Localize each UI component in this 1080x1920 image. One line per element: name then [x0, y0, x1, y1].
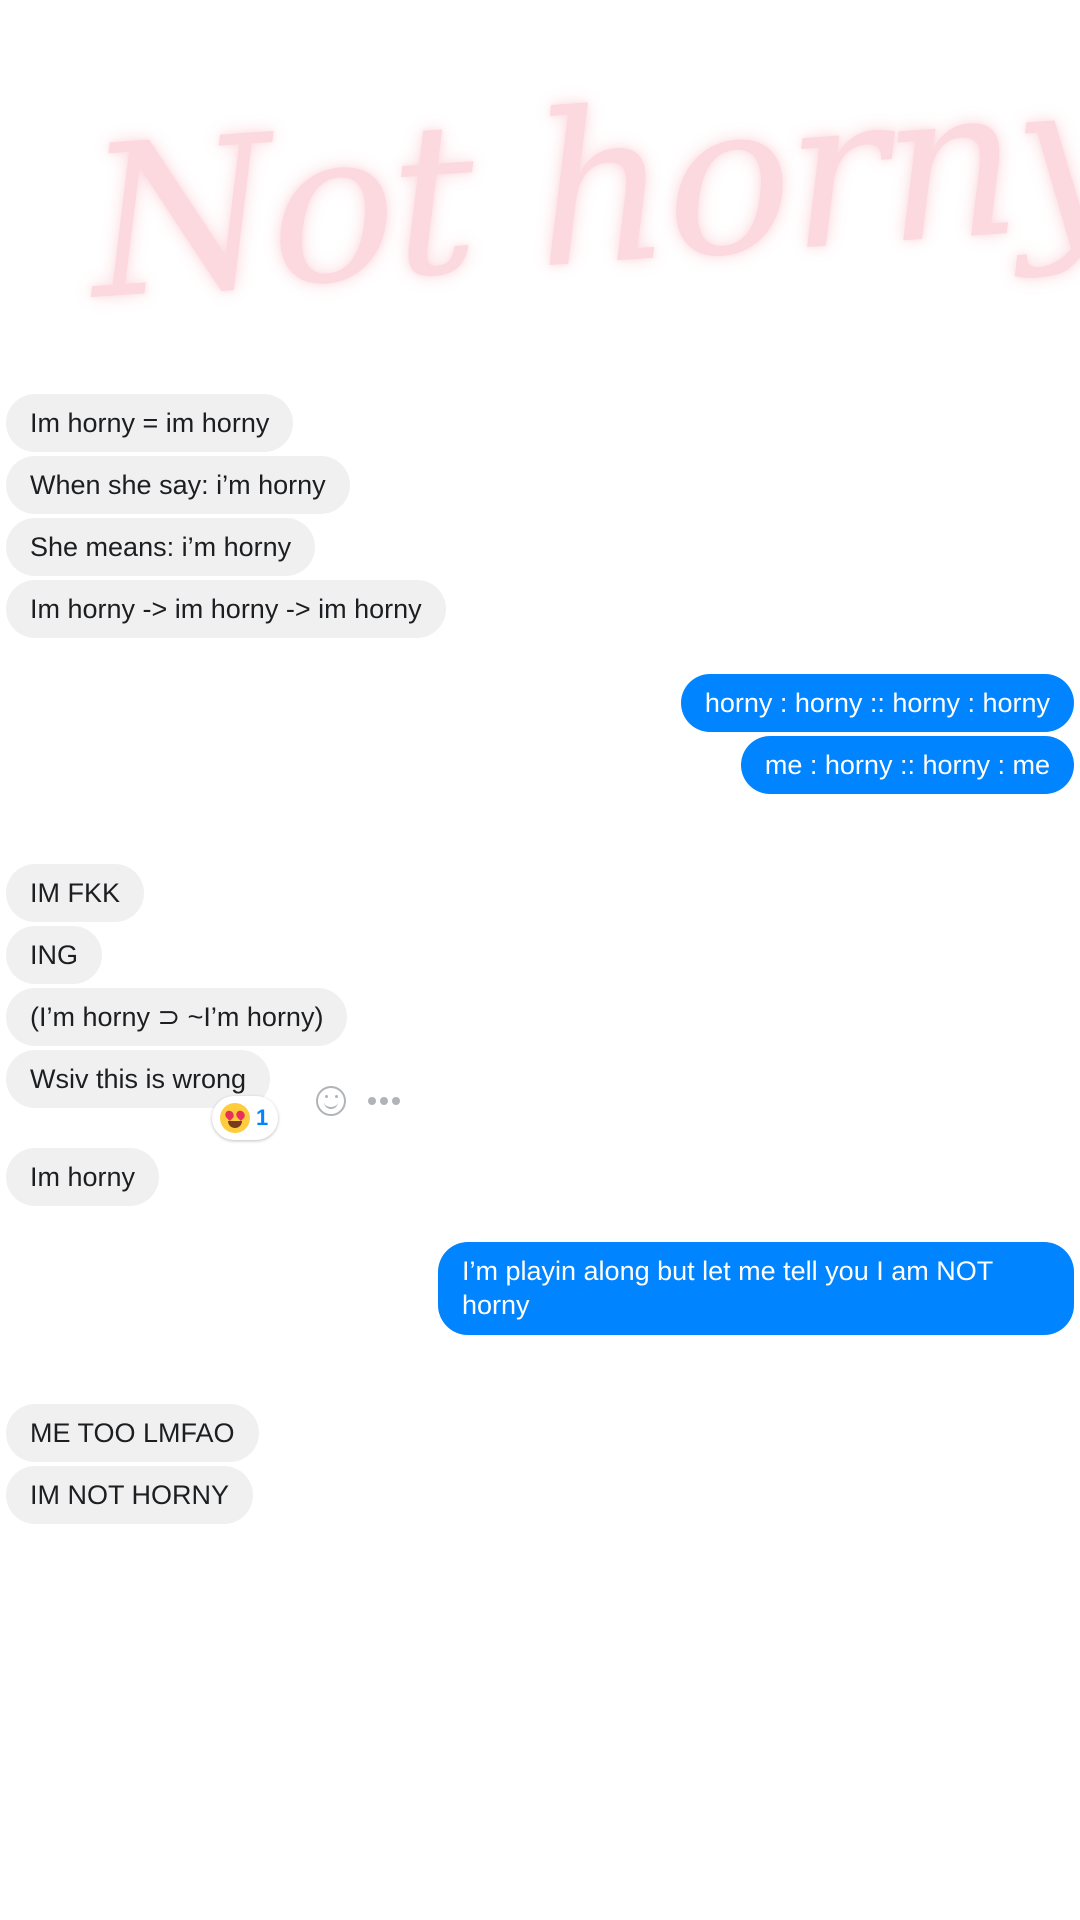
- more-options-icon[interactable]: [368, 1097, 400, 1105]
- message-bubble-outgoing[interactable]: I’m playin along but let me tell you I a…: [438, 1242, 1074, 1335]
- message-bubble-incoming[interactable]: She means: i’m horny: [6, 518, 316, 576]
- message-bubble-incoming[interactable]: Im horny = im horny: [6, 394, 294, 452]
- title-overlay: Not horny: [81, 29, 1080, 347]
- message-bubble-incoming[interactable]: ME TOO LMFAO: [6, 1404, 259, 1462]
- smiley-icon[interactable]: [316, 1086, 346, 1116]
- message-bubble-incoming[interactable]: When she say: i’m horny: [6, 456, 350, 514]
- message-bubble-incoming[interactable]: ING: [6, 926, 103, 984]
- reaction-badge[interactable]: 1: [212, 1096, 279, 1140]
- message-bubble-incoming[interactable]: (I’m horny ⊃ ~I’m horny): [6, 988, 348, 1046]
- message-bubble-incoming[interactable]: IM NOT HORNY: [6, 1466, 254, 1524]
- message-bubble-incoming[interactable]: Im horny: [6, 1148, 160, 1206]
- reaction-count: 1: [256, 1105, 269, 1130]
- message-bubble-outgoing[interactable]: me : horny :: horny : me: [740, 736, 1074, 794]
- message-bubble-outgoing[interactable]: horny : horny :: horny : horny: [680, 674, 1074, 732]
- message-bubble-incoming[interactable]: IM FKK: [6, 864, 145, 922]
- message-bubble-incoming[interactable]: Im horny -> im horny -> im horny: [6, 580, 446, 638]
- heart-eyes-emoji-icon: [220, 1103, 250, 1133]
